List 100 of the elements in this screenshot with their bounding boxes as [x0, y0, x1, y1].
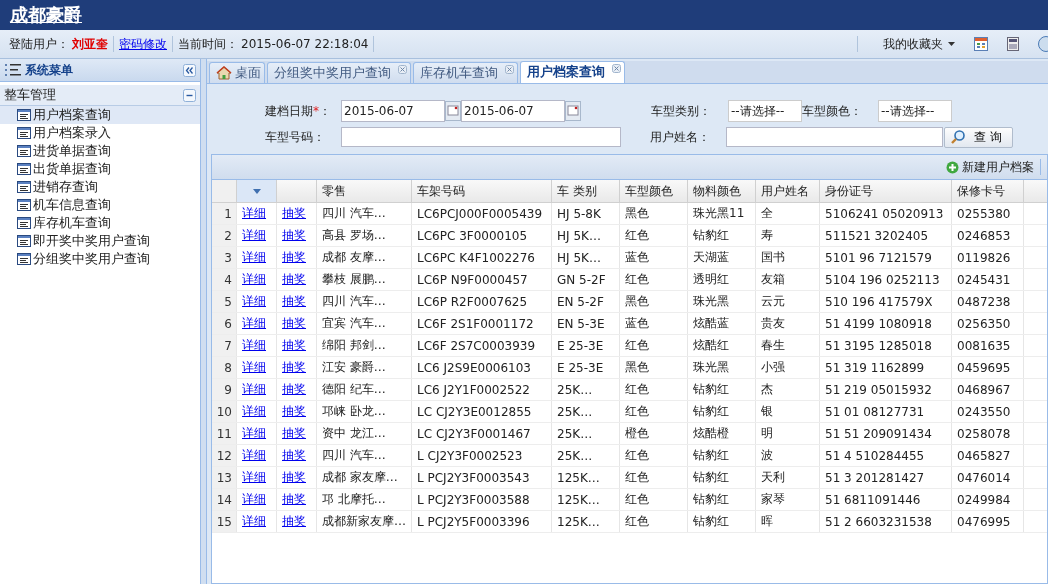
model-code-field[interactable]	[341, 127, 621, 147]
column-header[interactable]: 车型颜色	[620, 180, 688, 202]
column-header[interactable]: 车架号码	[412, 180, 552, 202]
lottery-link[interactable]: 抽奖	[282, 227, 306, 244]
table-cell: 成都新家友摩…	[317, 511, 412, 532]
calendar-icon[interactable]	[565, 101, 581, 121]
column-header[interactable]: 物料颜色	[688, 180, 756, 202]
table-cell: 寿	[756, 225, 820, 246]
user-name-field[interactable]	[726, 127, 943, 147]
detail-link[interactable]: 详细	[242, 425, 266, 442]
detail-link[interactable]: 详细	[242, 271, 266, 288]
menu-group-header[interactable]: 整车管理	[0, 85, 200, 106]
detail-link[interactable]: 详细	[242, 227, 266, 244]
table-cell: L PCJ2Y3F0003588	[412, 489, 552, 510]
calendar-icon[interactable]	[974, 37, 988, 51]
column-header[interactable]: 保修卡号	[952, 180, 1024, 202]
table-cell: 125K…	[552, 489, 620, 510]
lottery-link[interactable]: 抽奖	[282, 205, 306, 222]
sidebar-item[interactable]: 出货单据查询	[0, 160, 200, 178]
tab[interactable]: 库存机车查询	[413, 62, 518, 83]
field-label: 车型类别：	[651, 102, 712, 120]
close-icon[interactable]	[612, 64, 621, 73]
color-select[interactable]: --请选择--	[878, 100, 952, 122]
detail-link[interactable]: 详细	[242, 469, 266, 486]
column-header[interactable]	[237, 180, 277, 202]
date-field[interactable]: 2015-06-07	[461, 100, 565, 122]
lottery-link[interactable]: 抽奖	[282, 271, 306, 288]
sort-icon[interactable]	[252, 188, 261, 194]
table-cell: 国书	[756, 247, 820, 268]
table-cell: HJ 5K…	[552, 225, 620, 246]
search-button[interactable]: 查 询	[944, 126, 1013, 148]
favorites-menu[interactable]: 我的收藏夹	[863, 35, 945, 53]
detail-link[interactable]: 详细	[242, 491, 266, 508]
new-record-button[interactable]: 新建用户档案	[942, 158, 1038, 176]
lottery-link[interactable]: 抽奖	[282, 381, 306, 398]
row-number: 12	[212, 445, 237, 466]
collapse-icon[interactable]	[183, 88, 196, 102]
tab[interactable]: 桌面	[209, 62, 265, 83]
sidebar-item[interactable]: 分组奖中奖用户查询	[0, 250, 200, 268]
column-header[interactable]: 车 类别	[552, 180, 620, 202]
table-cell: 江安 豪爵…	[317, 357, 412, 378]
table-cell: 0246853	[952, 225, 1024, 246]
row-number: 10	[212, 401, 237, 422]
sidebar-item[interactable]: 用户档案录入	[0, 124, 200, 142]
document-icon	[17, 199, 31, 211]
calendar-icon[interactable]	[445, 101, 461, 121]
field-label: 车型颜色：	[802, 102, 863, 120]
table-cell: 蓝色	[620, 247, 688, 268]
type-select[interactable]: --请选择--	[728, 100, 802, 122]
table-cell: HJ 5K…	[552, 247, 620, 268]
lottery-link[interactable]: 抽奖	[282, 249, 306, 266]
lottery-link[interactable]: 抽奖	[282, 359, 306, 376]
lottery-link[interactable]: 抽奖	[282, 513, 306, 530]
detail-link[interactable]: 详细	[242, 403, 266, 420]
detail-link[interactable]: 详细	[242, 513, 266, 530]
document-icon	[17, 145, 31, 157]
sidebar-item[interactable]: 即开奖中奖用户查询	[0, 232, 200, 250]
row-number: 1	[212, 203, 237, 224]
detail-link[interactable]: 详细	[242, 315, 266, 332]
lottery-link[interactable]: 抽奖	[282, 447, 306, 464]
sidebar-item[interactable]: 用户档案查询	[0, 106, 200, 124]
column-header[interactable]: 零售	[317, 180, 412, 202]
lottery-link[interactable]: 抽奖	[282, 403, 306, 420]
detail-link[interactable]: 详细	[242, 205, 266, 222]
sidebar-item[interactable]: 进销存查询	[0, 178, 200, 196]
table-cell: L PCJ2Y5F0003396	[412, 511, 552, 532]
lottery-link[interactable]: 抽奖	[282, 491, 306, 508]
date-field[interactable]: 2015-06-07	[341, 100, 445, 122]
table-cell: 小强	[756, 357, 820, 378]
tab[interactable]: 用户档案查询	[520, 61, 625, 83]
field-label: 用户姓名：	[650, 128, 711, 146]
password-link[interactable]: 密码修改	[119, 35, 167, 53]
collapse-icon[interactable]	[183, 63, 196, 77]
table-cell: LC CJ2Y3E0012855	[412, 401, 552, 422]
sidebar-item[interactable]: 进货单据查询	[0, 142, 200, 160]
detail-link[interactable]: 详细	[242, 293, 266, 310]
lottery-link[interactable]: 抽奖	[282, 315, 306, 332]
table-cell: 天湖蓝	[688, 247, 756, 268]
lottery-link[interactable]: 抽奖	[282, 469, 306, 486]
table-cell: 炫酷橙	[688, 423, 756, 444]
detail-link[interactable]: 详细	[242, 337, 266, 354]
sidebar-item[interactable]: 库存机车查询	[0, 214, 200, 232]
detail-link[interactable]: 详细	[242, 249, 266, 266]
lottery-link[interactable]: 抽奖	[282, 425, 306, 442]
lottery-link[interactable]: 抽奖	[282, 337, 306, 354]
column-header[interactable]: 身份证号	[820, 180, 952, 202]
caret-icon[interactable]	[948, 42, 955, 46]
close-icon[interactable]	[398, 65, 407, 74]
sidebar-item[interactable]: 机车信息查询	[0, 196, 200, 214]
detail-link[interactable]: 详细	[242, 447, 266, 464]
detail-link[interactable]: 详细	[242, 381, 266, 398]
table-cell: 邛崃 卧龙…	[317, 401, 412, 422]
tab[interactable]: 分组奖中奖用户查询	[267, 62, 411, 83]
column-header[interactable]: 用户姓名	[756, 180, 820, 202]
detail-link[interactable]: 详细	[242, 359, 266, 376]
field-label: 车型号码：	[265, 128, 326, 146]
calculator-icon[interactable]	[1007, 37, 1019, 51]
lottery-link[interactable]: 抽奖	[282, 293, 306, 310]
table-cell: 51 4199 1080918	[820, 313, 952, 334]
close-icon[interactable]	[505, 65, 514, 74]
